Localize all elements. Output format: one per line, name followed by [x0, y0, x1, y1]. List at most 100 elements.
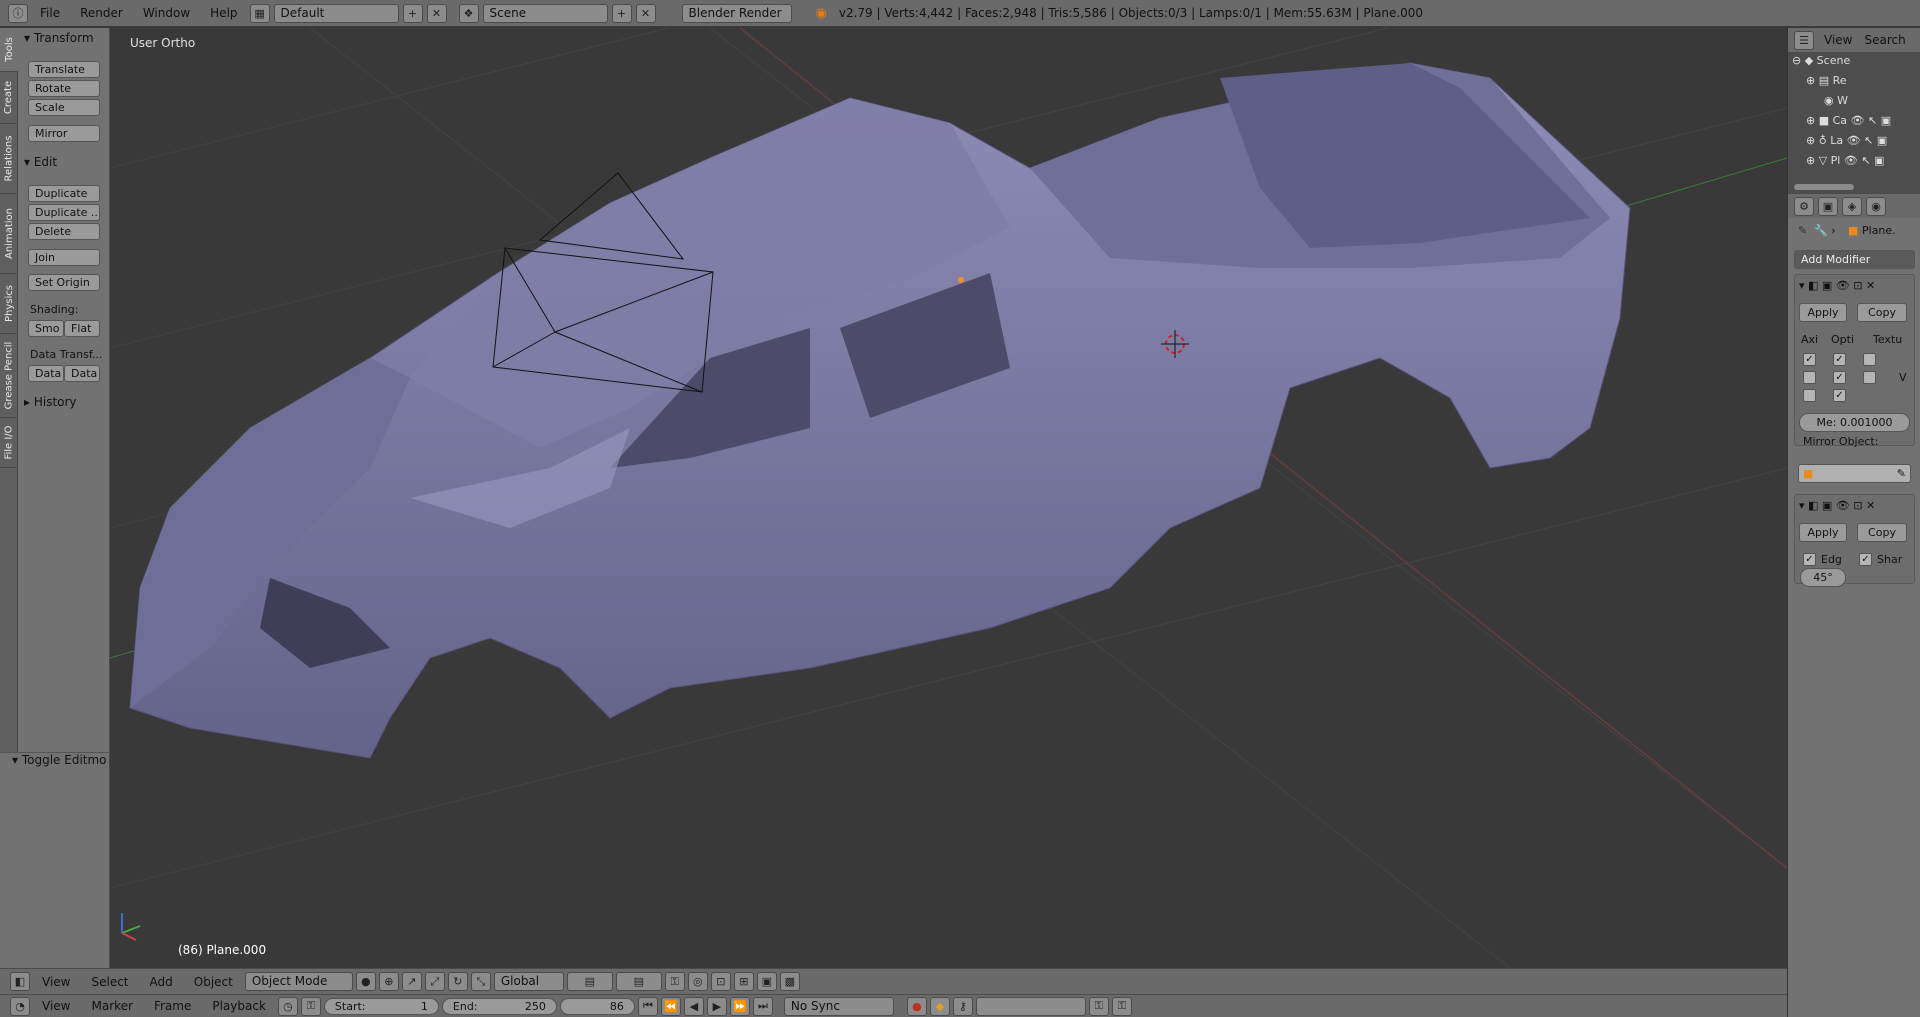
timeline-menu-playback[interactable]: Playback	[203, 999, 275, 1013]
rotate-manipulator-icon[interactable]: ↻	[447, 972, 468, 991]
tab-animation[interactable]: Animation	[0, 194, 18, 274]
menu-select[interactable]: Select	[82, 975, 137, 989]
layout-grid-icon[interactable]: ▦	[249, 3, 270, 23]
snap-toggle-icon[interactable]: ⊡	[710, 972, 731, 991]
keying-set-icon[interactable]: ◆	[929, 996, 950, 1016]
outliner-row-render-layers[interactable]: ⊕ ▤ Re	[1806, 74, 1920, 94]
menu-file[interactable]: File	[32, 0, 68, 27]
play-reverse-icon[interactable]: ◀	[683, 996, 704, 1016]
tab-relations[interactable]: Relations	[0, 124, 18, 194]
mode-select[interactable]: Object Mode	[244, 972, 353, 991]
mirror-copy-button[interactable]: Copy	[1857, 303, 1907, 322]
delete-button[interactable]: Delete	[28, 223, 100, 240]
transform-orientation-select[interactable]: Global	[493, 972, 564, 991]
scene-field[interactable]: Scene	[482, 3, 608, 23]
menu-help[interactable]: Help	[202, 0, 245, 27]
transform-panel-header[interactable]: ▾ Transform	[24, 31, 94, 45]
lock-range-icon[interactable]: ⚿	[300, 996, 321, 1016]
tab-grease-pencil[interactable]: Grease Pencil	[0, 334, 18, 418]
edge-split-collapse-icon[interactable]: ▾ ◧ ▣ 👁 ⊡ ✕	[1799, 499, 1875, 512]
viewport-canvas[interactable]	[110, 28, 1787, 968]
outliner-menu-view[interactable]: View	[1822, 33, 1854, 47]
tab-physics[interactable]: Physics	[0, 274, 18, 334]
timeline-menu-frame[interactable]: Frame	[145, 999, 200, 1013]
end-frame-field[interactable]: End: 250	[441, 997, 557, 1015]
insert-keyframe-icon[interactable]: ⚿	[1088, 996, 1109, 1016]
outliner-row-world[interactable]: ◉ W	[1824, 94, 1920, 114]
data-layout-button[interactable]: Data	[64, 365, 100, 382]
scene-context-icon[interactable]: ◈	[1842, 196, 1862, 216]
merge-distance-field[interactable]: Me: 0.001000	[1799, 413, 1910, 432]
properties-editor-icon[interactable]: ⚙	[1794, 196, 1814, 216]
flat-button[interactable]: Flat	[64, 320, 100, 337]
world-context-icon[interactable]: ◉	[1866, 196, 1886, 216]
outliner-editor-icon[interactable]: ☰	[1794, 30, 1814, 50]
merge-checkbox[interactable]: ✓	[1833, 353, 1846, 366]
proportional-edit-icon[interactable]: ◎	[687, 972, 708, 991]
jump-start-icon[interactable]: ⏮	[637, 996, 658, 1016]
rotate-button[interactable]: Rotate	[28, 80, 100, 97]
timeline-menu-marker[interactable]: Marker	[82, 999, 141, 1013]
menu-render[interactable]: Render	[72, 0, 131, 27]
start-frame-field[interactable]: Start: 1	[323, 997, 439, 1015]
edge-angle-checkbox[interactable]: ✓	[1803, 553, 1816, 566]
truck-body-mesh[interactable]	[129, 62, 1631, 759]
opengl-anim-icon[interactable]: ▩	[779, 972, 800, 991]
translate-manipulator-icon[interactable]: ⤢	[424, 972, 445, 991]
record-icon[interactable]: ●	[906, 996, 927, 1016]
preview-range-icon[interactable]: ◷	[277, 996, 298, 1016]
remove-scene-icon[interactable]: ✕	[635, 3, 656, 23]
axis-x-checkbox[interactable]: ✓	[1803, 353, 1816, 366]
mirror-apply-button[interactable]: Apply	[1799, 303, 1847, 322]
active-keying-set-field[interactable]	[975, 996, 1086, 1016]
snap-element-icon[interactable]: ⊞	[733, 972, 754, 991]
scale-manipulator-icon[interactable]: ⤡	[470, 972, 491, 991]
scale-button[interactable]: Scale	[28, 99, 100, 116]
jump-end-icon[interactable]: ⏭	[752, 996, 773, 1016]
mirror-object-field[interactable]: ■ ✎	[1798, 464, 1911, 483]
smooth-button[interactable]: Smo	[28, 320, 64, 337]
history-panel-header[interactable]: ▸ History	[24, 395, 77, 409]
keying-set-browse-icon[interactable]: ⚷	[952, 996, 973, 1016]
mirror-modifier-collapse-icon[interactable]: ▾ ◧ ▣ 👁 ⊡ ✕	[1799, 279, 1875, 292]
outliner-menu-search[interactable]: Search	[1862, 33, 1907, 47]
play-icon[interactable]: ▶	[706, 996, 727, 1016]
timeline-editor-icon[interactable]: ◔	[10, 996, 30, 1016]
outliner-scrollbar[interactable]	[1794, 184, 1854, 190]
axis-y-checkbox[interactable]	[1803, 371, 1816, 384]
tab-tools[interactable]: Tools	[0, 28, 18, 72]
sharp-edges-checkbox[interactable]: ✓	[1859, 553, 1872, 566]
current-frame-field[interactable]: 86	[559, 997, 635, 1015]
screen-layout-field[interactable]: Default	[273, 3, 399, 23]
texture-v-checkbox[interactable]	[1863, 371, 1876, 384]
edit-panel-header[interactable]: ▾ Edit	[24, 155, 57, 169]
timeline-menu-view[interactable]: View	[33, 999, 79, 1013]
vertex-groups-checkbox[interactable]: ✓	[1833, 389, 1846, 402]
layers-grid-icon[interactable]: ▤	[566, 972, 613, 991]
pin-icon[interactable]: ✎	[1798, 224, 1807, 237]
mirror-button[interactable]: Mirror	[28, 125, 100, 142]
add-scene-icon[interactable]: +	[611, 3, 632, 23]
menu-window[interactable]: Window	[135, 0, 198, 27]
split-angle-field[interactable]: 45°	[1800, 568, 1846, 587]
duplicate-linked-button[interactable]: Duplicate ...	[28, 204, 100, 221]
edge-split-copy-button[interactable]: Copy	[1857, 523, 1907, 542]
tab-create[interactable]: Create	[0, 72, 18, 124]
manipulator-toggle-icon[interactable]: ↗	[401, 972, 422, 991]
layers-grid-2-icon[interactable]: ▤	[615, 972, 662, 991]
lock-layers-icon[interactable]: ⚿	[664, 972, 685, 991]
menu-view[interactable]: View	[33, 975, 79, 989]
viewport-shading-icon[interactable]: ●	[355, 972, 376, 991]
data-transfer-button[interactable]: Data	[28, 365, 64, 382]
add-modifier-select[interactable]: Add Modifier	[1794, 250, 1915, 269]
texture-u-checkbox[interactable]	[1863, 353, 1876, 366]
opengl-render-icon[interactable]: ▣	[756, 972, 777, 991]
sync-mode-select[interactable]: No Sync	[783, 996, 894, 1016]
next-keyframe-icon[interactable]: ⏩	[729, 996, 750, 1016]
menu-add[interactable]: Add	[141, 975, 182, 989]
translate-button[interactable]: Translate	[28, 61, 100, 78]
delete-keyframe-icon[interactable]: ⚿	[1111, 996, 1132, 1016]
remove-layout-icon[interactable]: ✕	[426, 3, 447, 23]
join-button[interactable]: Join	[28, 249, 100, 266]
outliner-row-plane[interactable]: ⊕ ▽ Pl 👁 ↖ ▣	[1806, 154, 1920, 174]
